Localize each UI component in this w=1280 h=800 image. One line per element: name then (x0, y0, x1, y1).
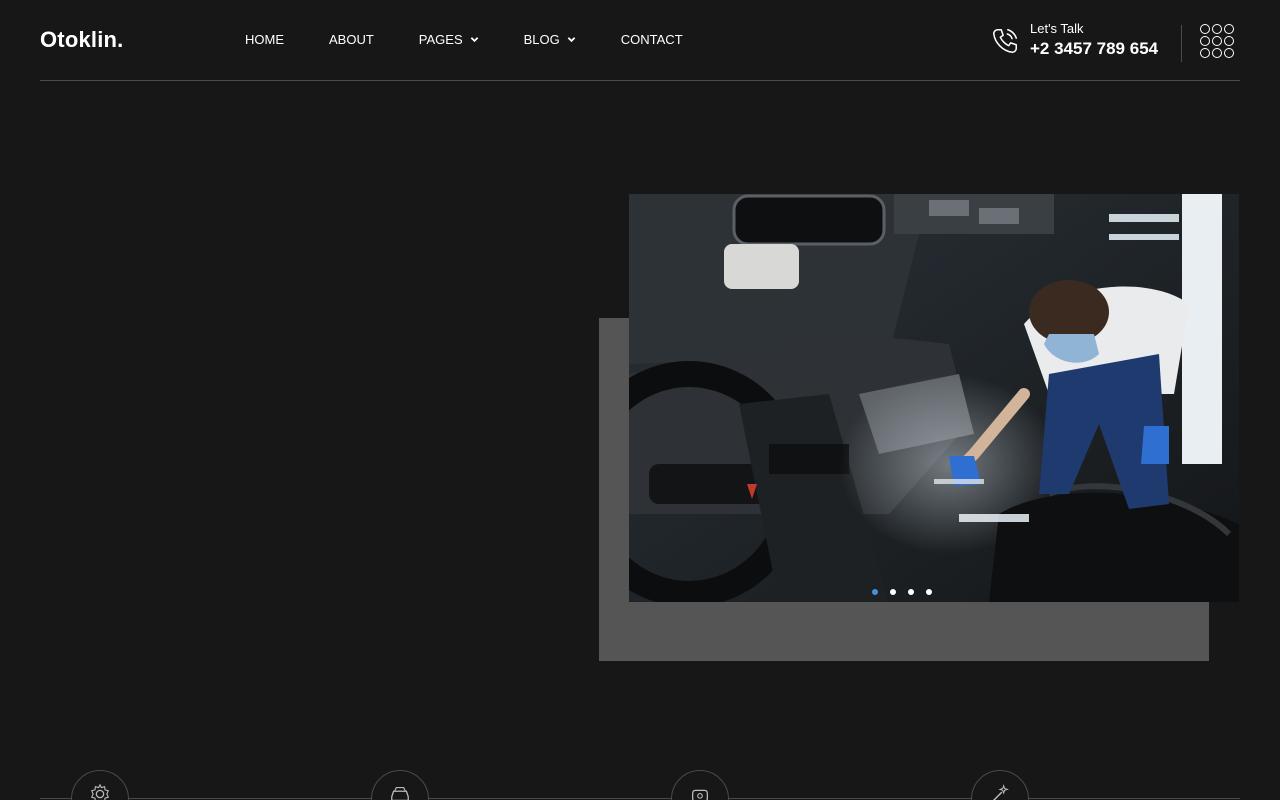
site-header: Otoklin. HOME ABOUT PAGES BLOG CONTACT L… (40, 0, 1240, 81)
nav-about[interactable]: ABOUT (329, 32, 374, 47)
grid-dots-icon[interactable] (1200, 24, 1234, 58)
nav-blog-label: BLOG (523, 32, 560, 47)
nav-home-label: HOME (245, 32, 284, 47)
logo[interactable]: Otoklin. (40, 27, 124, 53)
contact-phone[interactable]: +2 3457 789 654 (1030, 37, 1158, 61)
main-nav: HOME ABOUT PAGES BLOG CONTACT (245, 32, 728, 47)
car-interior-cleaning-photo (629, 194, 1239, 602)
nav-pages-label: PAGES (418, 32, 463, 47)
phone-icon (993, 29, 1017, 53)
nav-home[interactable]: HOME (245, 32, 284, 47)
features-divider (40, 798, 1240, 799)
feature-gear[interactable] (71, 770, 129, 800)
sparkle-icon (992, 784, 1009, 800)
header-divider (1181, 25, 1182, 62)
slider-dot[interactable] (908, 589, 914, 595)
slider-dot[interactable] (926, 589, 932, 595)
contact-text: Let's Talk +2 3457 789 654 (1030, 21, 1158, 61)
nav-about-label: ABOUT (329, 32, 374, 47)
car-icon (391, 787, 409, 800)
feature-sparkle[interactable] (971, 770, 1029, 800)
contact-block[interactable]: Let's Talk +2 3457 789 654 (990, 20, 1158, 62)
slider-dots (872, 589, 944, 595)
feature-steering[interactable] (671, 770, 729, 800)
slider-dot[interactable] (872, 589, 878, 595)
nav-blog[interactable]: BLOG (524, 32, 576, 47)
slider-dot[interactable] (890, 589, 896, 595)
contact-label: Let's Talk (1030, 21, 1084, 36)
feature-car[interactable] (371, 770, 429, 800)
nav-pages[interactable]: PAGES (419, 32, 479, 47)
steering-icon (692, 789, 708, 800)
gear-icon (90, 783, 110, 800)
chevron-down-icon (470, 37, 478, 43)
hero-image (629, 194, 1239, 602)
nav-contact-label: CONTACT (620, 32, 683, 47)
chevron-down-icon (567, 37, 576, 43)
nav-contact[interactable]: CONTACT (621, 32, 683, 47)
